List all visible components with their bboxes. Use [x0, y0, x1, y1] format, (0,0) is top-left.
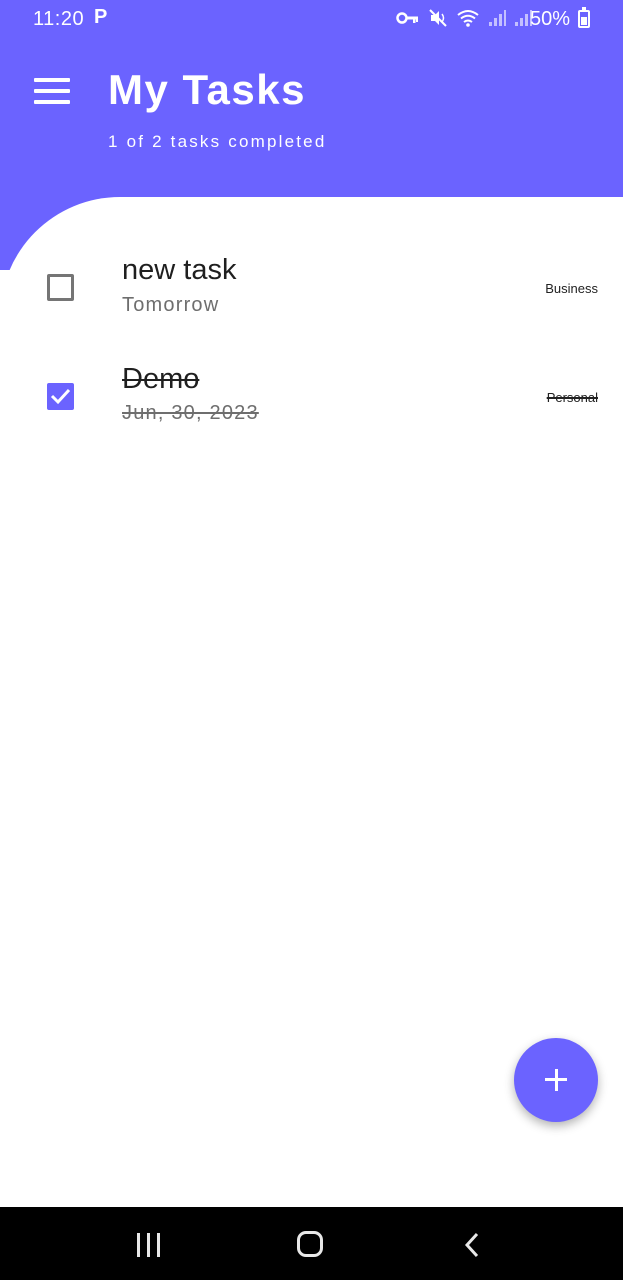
task-date: Tomorrow [122, 294, 220, 316]
status-time: 11:20 [33, 8, 85, 30]
vpn-key-icon [396, 12, 418, 24]
task-title: Demo [122, 363, 200, 395]
home-icon[interactable] [297, 1231, 323, 1257]
signal-icon [489, 10, 506, 26]
task-title: new task [122, 254, 237, 286]
wifi-icon [457, 10, 479, 27]
status-icons [396, 8, 532, 28]
system-nav-bar [0, 1207, 623, 1280]
page-title: My Tasks [108, 66, 306, 113]
mute-icon [429, 9, 447, 27]
status-bar: 11:20 P 50% [0, 0, 623, 40]
app-indicator-icon: P [94, 6, 108, 28]
check-icon [50, 388, 71, 405]
task-date: Jun, 30, 2023 [122, 402, 259, 424]
task-category: Business [545, 281, 598, 296]
task-category: Personal [546, 390, 598, 405]
menu-icon[interactable] [34, 78, 72, 106]
task-checkbox[interactable] [47, 383, 74, 410]
task-item[interactable]: new task Tomorrow Business [0, 245, 623, 345]
battery-icon [578, 7, 590, 28]
add-task-button[interactable] [514, 1038, 598, 1122]
recent-apps-icon[interactable] [137, 1233, 163, 1257]
back-icon[interactable] [462, 1231, 482, 1259]
task-checkbox[interactable] [47, 274, 74, 301]
battery-percent: 50% [530, 8, 571, 30]
task-item[interactable]: Demo Jun, 30, 2023 Personal [0, 354, 623, 454]
tasks-progress-text: 1 of 2 tasks completed [108, 132, 327, 151]
